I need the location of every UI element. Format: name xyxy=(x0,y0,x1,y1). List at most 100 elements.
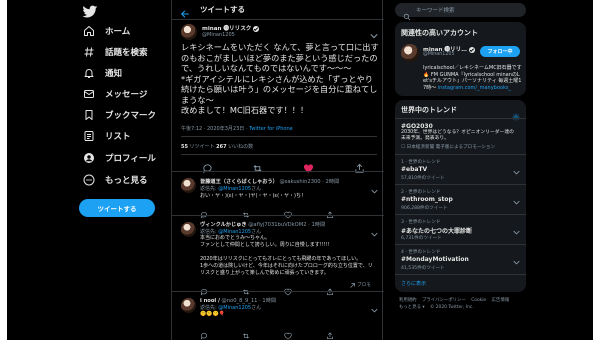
like-count[interactable]: 267 xyxy=(216,144,226,150)
footer-link-ads[interactable]: 広告情報 xyxy=(492,298,510,303)
promo-indicator[interactable]: プロモ xyxy=(350,282,371,288)
nav-label-explore: 話題を検索 xyxy=(105,48,148,58)
like-heart-icon[interactable] xyxy=(284,325,292,340)
retweet-icon[interactable] xyxy=(242,325,250,339)
trend-item[interactable]: 2 · 世界のトレンド #nthroom_stop 906,288件のツイート xyxy=(395,184,526,214)
chevron-down-icon[interactable] xyxy=(371,179,378,194)
footer-link-more[interactable]: もっと見る ▾ xyxy=(399,305,425,310)
trend-name: #MondayMotivation xyxy=(401,256,469,263)
chevron-down-icon[interactable] xyxy=(513,220,520,235)
chevron-down-icon[interactable] xyxy=(513,250,520,265)
following-button[interactable]: フォロー中 xyxy=(480,46,520,57)
show-more-link[interactable]: さらに表示 xyxy=(401,280,426,287)
footer-links: 利用規約 プライバシーポリシー Cookie 広告情報 もっと見る ▾ © 20… xyxy=(399,298,527,312)
share-icon[interactable] xyxy=(354,159,365,173)
nav-item-notifications[interactable]: 通知 xyxy=(82,64,122,82)
trend-category: 4 · 世界のトレンド xyxy=(401,250,441,255)
like-heart-icon[interactable] xyxy=(284,204,292,219)
trend-item[interactable]: 3 · 世界のトレンド #あなたの七つの大罪診断 6,731件のツイート xyxy=(395,214,526,244)
tweet-time[interactable]: 午後7:12 · 2020年3月23日 · xyxy=(181,126,249,132)
mention-link[interactable]: @Minan1205 xyxy=(218,186,251,192)
account-handle[interactable]: @Minan1205 xyxy=(423,52,455,57)
avatar[interactable] xyxy=(181,298,196,313)
avatar[interactable] xyxy=(401,44,419,62)
trend-item[interactable]: 1 · 世界のトレンド #ebaTV 57,810件のツイート xyxy=(395,154,526,184)
retweet-count-label[interactable]: リツイート xyxy=(188,144,216,150)
reply-tweet[interactable]: 皆藤道王（さくらばくしゃおう） @sakushin2300 · 2時間 返信先:… xyxy=(172,171,384,219)
reply-icon[interactable] xyxy=(200,325,208,340)
search-box[interactable]: キーワード検索 xyxy=(395,3,526,21)
share-icon[interactable] xyxy=(326,281,334,295)
trend-category: 2 · 世界のトレンド xyxy=(401,190,441,195)
nav-item-bookmarks[interactable]: ブックマーク xyxy=(82,106,156,124)
promoted-trend[interactable]: #GO2030 2030年、世界はどうなる？オピニオンリーダー達の未来予測。発表… xyxy=(395,118,526,153)
chevron-down-icon[interactable] xyxy=(513,160,520,175)
trend-count: 41,535件のツイート xyxy=(401,266,445,271)
like-count-label[interactable]: いいねの数 xyxy=(227,144,253,150)
nav-item-more[interactable]: もっと見る xyxy=(82,171,148,189)
nav-label-bookmarks: ブックマーク xyxy=(105,111,157,121)
nav-item-lists[interactable]: リスト xyxy=(82,127,131,145)
hashtag-icon xyxy=(82,46,95,59)
trend-count: 57,810件のツイート xyxy=(401,176,445,181)
reply-tweet[interactable]: ヴィンクルかじゅき @aflyj7031buVDkOM2 · 1時間 返信先: … xyxy=(172,215,384,296)
nav-item-home[interactable]: ホーム xyxy=(82,22,130,40)
retweet-icon[interactable] xyxy=(242,281,250,295)
trend-category: 1 · 世界のトレンド xyxy=(401,160,441,165)
like-heart-icon[interactable] xyxy=(284,281,292,296)
chevron-down-icon[interactable] xyxy=(513,190,520,205)
reply-icon[interactable] xyxy=(200,281,208,296)
avatar[interactable] xyxy=(181,222,196,237)
twitter-bird-icon[interactable] xyxy=(82,4,98,20)
trend-item[interactable]: 4 · 世界のトレンド #MondayMotivation 41,535件のツイ… xyxy=(395,244,526,274)
retweet-icon[interactable] xyxy=(242,204,250,218)
gear-icon[interactable] xyxy=(512,106,520,121)
tweet-stats: 55 リツイート 267 いいねの数 xyxy=(181,143,253,150)
nav-label-messages: メッセージ xyxy=(105,90,148,100)
share-icon[interactable] xyxy=(326,204,334,218)
nav-item-messages[interactable]: メッセージ xyxy=(82,85,147,103)
reply-icon[interactable] xyxy=(200,204,208,219)
retweet-count[interactable]: 55 xyxy=(181,144,188,150)
tweet-author-handle[interactable]: @Minan1205 xyxy=(202,32,235,38)
reply-text: 本当におめでとうみ〜ちゃん。 ファンとして仲間として誇らしい。周りに自慢します!… xyxy=(200,235,373,276)
retweet-icon[interactable] xyxy=(252,159,263,172)
nav-item-profile[interactable]: プロフィール xyxy=(82,149,156,167)
reply-tweet[interactable]: i nool / @no0_8_9_11 · 1時間 返信先: @Minan12… xyxy=(172,291,384,340)
list-icon xyxy=(82,130,95,143)
trend-description: 2030年、世界はどうなる？オピニオンリーダー達の未来予測。発表あり。 xyxy=(401,130,514,142)
reply-to-suffix: さん xyxy=(251,186,262,192)
right-sidebar: キーワード検索 関連性の高いアカウント minan 🅜リリ… @Minan120… xyxy=(395,0,593,340)
tweet-button[interactable]: ツイートする xyxy=(79,199,155,217)
back-arrow-icon[interactable] xyxy=(180,4,190,18)
page-title: ツイートする xyxy=(200,5,245,14)
avatar[interactable] xyxy=(181,178,196,193)
reply-to-prefix: 返信先: xyxy=(200,186,219,192)
reply-text: おい・ヤ・)(ε(・ヤ・)ヤ(・ヤ・)ε(・ヤ・)ち！ xyxy=(200,193,307,199)
related-accounts-panel: 関連性の高いアカウント minan 🅜リリ… @Minan1205 フォロー中 … xyxy=(395,22,526,96)
bio-link[interactable]: instagram.com/_manybooks_ xyxy=(438,85,511,91)
like-heart-icon[interactable] xyxy=(303,159,314,173)
footer-link-terms[interactable]: 利用規約 xyxy=(399,298,417,303)
share-icon[interactable] xyxy=(326,325,334,339)
nav-item-explore[interactable]: 話題を検索 xyxy=(82,43,148,61)
chevron-down-icon[interactable] xyxy=(370,24,378,39)
bell-icon xyxy=(82,67,95,80)
reply-author[interactable]: 皆藤道王（さくらばくしゃおう） @sakushin2300 · 2時間 xyxy=(200,178,339,185)
footer-link-cookie[interactable]: Cookie xyxy=(471,298,486,303)
trend-name: #nthroom_stop xyxy=(401,196,453,203)
avatar[interactable] xyxy=(181,24,197,40)
nav-label-lists: リスト xyxy=(105,132,131,142)
reply-author[interactable]: i nool / @no0_8_9_11 · 1時間 xyxy=(200,297,276,304)
tweet-timestamp: 午後7:12 · 2020年3月23日 · Twitter for iPhone xyxy=(181,125,293,132)
chevron-down-icon[interactable] xyxy=(371,298,378,313)
footer-copyright: © 2020 Twitter, Inc. xyxy=(429,304,474,310)
reply-action-bar xyxy=(200,325,378,340)
tweet-source-link[interactable]: Twitter for iPhone xyxy=(249,126,293,132)
tweet-action-bar xyxy=(172,159,384,174)
footer-link-privacy[interactable]: プライバシーポリシー xyxy=(422,298,466,303)
reply-author[interactable]: ヴィンクルかじゅき @aflyj7031buVDkOM2 · 1時間 xyxy=(200,221,325,228)
reply-author-handle: @sakushin2300 · 2時間 xyxy=(279,179,340,185)
chevron-down-icon[interactable] xyxy=(371,222,378,237)
reply-icon[interactable] xyxy=(202,159,213,174)
